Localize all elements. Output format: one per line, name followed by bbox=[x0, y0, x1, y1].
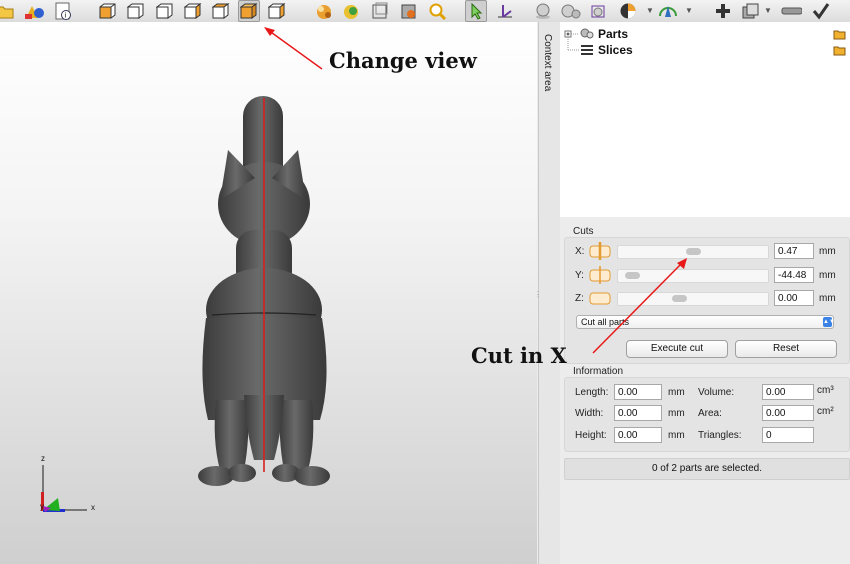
area-label: Area: bbox=[698, 408, 722, 419]
object-tree: Parts Slices bbox=[560, 22, 850, 217]
open-icon[interactable] bbox=[0, 0, 16, 22]
slices-icon bbox=[581, 45, 593, 55]
axis-z-label: z bbox=[41, 454, 45, 463]
cuts-title: Cuts bbox=[573, 226, 594, 237]
cut-z-input[interactable]: 0.00 bbox=[774, 290, 814, 306]
select-arrows-icon: ▲▼ bbox=[823, 317, 835, 327]
add-icon[interactable] bbox=[712, 0, 734, 22]
height-value: 0.00 bbox=[614, 427, 662, 443]
area-value: 0.00 bbox=[762, 405, 814, 421]
volume-value: 0.00 bbox=[762, 384, 814, 400]
info-icon[interactable]: i bbox=[52, 0, 74, 22]
area-unit: cm² bbox=[817, 406, 834, 417]
tree-item-label: Parts bbox=[598, 27, 629, 41]
change-view-arrow bbox=[267, 29, 323, 70]
cut-in-x-arrow bbox=[592, 258, 687, 354]
cut-z-unit: mm bbox=[819, 293, 836, 304]
spheres-icon[interactable] bbox=[560, 0, 582, 22]
height-unit: mm bbox=[668, 430, 685, 441]
folder-open-icon[interactable] bbox=[833, 44, 847, 56]
minus-icon[interactable] bbox=[780, 0, 802, 22]
change-view-annotation: Change view bbox=[329, 48, 477, 73]
copy-dropdown-icon[interactable]: ▼ bbox=[764, 6, 772, 15]
volume-unit: cm³ bbox=[817, 385, 834, 396]
copy-icon[interactable] bbox=[740, 0, 762, 22]
transform-dropdown-icon[interactable]: ▼ bbox=[685, 6, 693, 15]
width-value: 0.00 bbox=[614, 405, 662, 421]
select-arrow-icon[interactable] bbox=[465, 0, 487, 22]
tree-item-slices[interactable]: Slices bbox=[580, 43, 633, 57]
width-unit: mm bbox=[668, 408, 685, 419]
axes-gizmo bbox=[41, 465, 87, 512]
splitter-handle[interactable]: ⋮ bbox=[534, 290, 542, 299]
texture-icon[interactable] bbox=[340, 0, 362, 22]
triangles-value: 0 bbox=[762, 427, 814, 443]
view-back-icon[interactable] bbox=[125, 0, 147, 22]
view-iso-icon[interactable] bbox=[238, 0, 260, 22]
cut-x-input[interactable]: 0.47 bbox=[774, 243, 814, 259]
outline-icon[interactable] bbox=[398, 0, 420, 22]
color-wheel-dropdown-icon[interactable]: ▼ bbox=[646, 6, 654, 15]
cut-y-input[interactable]: -44.48 bbox=[774, 267, 814, 283]
length-label: Length: bbox=[575, 387, 609, 398]
view-right-icon[interactable] bbox=[182, 0, 204, 22]
view-top-icon[interactable] bbox=[210, 0, 232, 22]
context-area-label: Context area bbox=[542, 34, 553, 92]
volume-label: Volume: bbox=[698, 387, 735, 398]
toolbar: i ▼ ▼ ▼ bbox=[0, 0, 850, 22]
reset-button[interactable]: Reset bbox=[735, 340, 837, 358]
selection-status: 0 of 2 parts are selected. bbox=[564, 458, 850, 480]
primitives-icon[interactable] bbox=[23, 0, 45, 22]
tree-item-parts[interactable]: Parts bbox=[580, 27, 628, 41]
check-icon[interactable] bbox=[810, 0, 832, 22]
cut-x-unit: mm bbox=[819, 246, 836, 257]
3d-viewport[interactable]: Change view z y x bbox=[0, 22, 537, 564]
width-label: Width: bbox=[575, 408, 604, 419]
information-title: Information bbox=[573, 366, 624, 377]
color-wheel-icon[interactable] bbox=[618, 0, 640, 22]
zoom-icon[interactable] bbox=[427, 0, 449, 22]
wireframe-icon[interactable] bbox=[369, 0, 391, 22]
view-bottom-icon[interactable] bbox=[266, 0, 288, 22]
transform-icon[interactable] bbox=[657, 0, 679, 22]
axis-x-label: x bbox=[91, 503, 95, 512]
shading-icon[interactable] bbox=[313, 0, 335, 22]
height-label: Height: bbox=[575, 430, 607, 441]
triangles-label: Triangles: bbox=[698, 430, 742, 441]
model-render bbox=[41, 27, 330, 512]
view-left-icon[interactable] bbox=[154, 0, 176, 22]
cut-in-x-annotation: Cut in X bbox=[471, 343, 567, 368]
length-unit: mm bbox=[668, 387, 685, 398]
cut-y-unit: mm bbox=[819, 270, 836, 281]
parts-icon bbox=[580, 28, 594, 39]
folder-open-icon[interactable] bbox=[833, 28, 847, 40]
sphere-icon[interactable] bbox=[532, 0, 554, 22]
view-front-icon[interactable] bbox=[97, 0, 119, 22]
tree-item-label: Slices bbox=[598, 43, 633, 57]
bounding-box-icon[interactable] bbox=[588, 0, 610, 22]
axis-y-label: y bbox=[40, 502, 44, 511]
measure-icon[interactable] bbox=[494, 0, 516, 22]
length-value: 0.00 bbox=[614, 384, 662, 400]
